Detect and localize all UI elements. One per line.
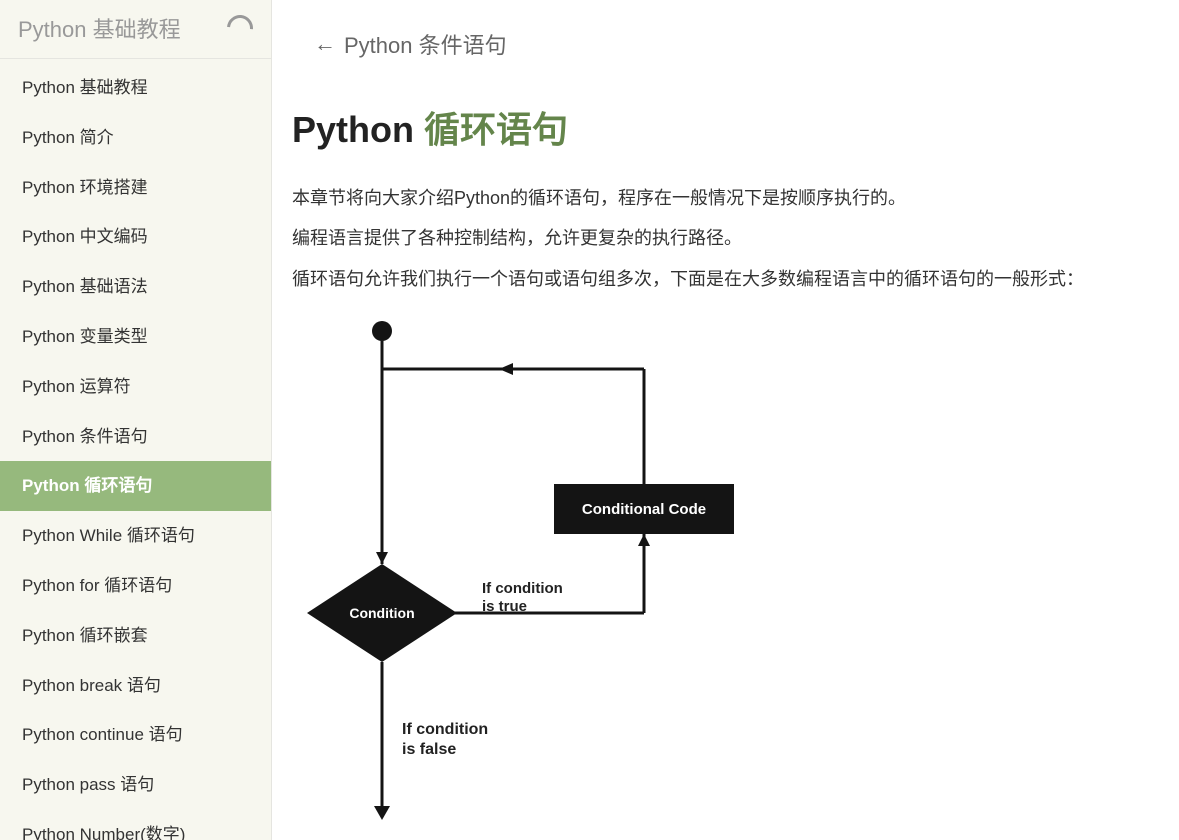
arrow-left-icon: ← xyxy=(314,31,336,57)
sidebar-item[interactable]: Python 运算符 xyxy=(0,362,271,412)
loop-flowchart: Conditional Code Condition If condition … xyxy=(302,316,1159,831)
main-content: ← Python 条件语句 Python 循环语句 本章节将向大家介绍Pytho… xyxy=(272,0,1179,840)
sidebar-item[interactable]: Python 环境搭建 xyxy=(0,163,271,213)
page-title: Python 循环语句 xyxy=(292,108,1159,151)
sidebar-list: Python 基础教程Python 简介Python 环境搭建Python 中文… xyxy=(0,59,271,840)
sidebar-title: Python 基础教程 xyxy=(18,12,181,44)
diagram-if-false-2: is false xyxy=(402,741,456,758)
sidebar-item[interactable]: Python 基础语法 xyxy=(0,262,271,312)
sidebar-item[interactable]: Python Number(数字) xyxy=(0,810,271,840)
sidebar-item[interactable]: Python continue 语句 xyxy=(0,710,271,760)
sidebar-item[interactable]: Python pass 语句 xyxy=(0,760,271,810)
diagram-condition: Condition xyxy=(349,605,414,621)
sidebar-header: Python 基础教程 xyxy=(0,0,271,59)
diagram-if-true-2: is true xyxy=(482,598,527,615)
moon-icon[interactable] xyxy=(222,10,259,47)
diagram-if-true-1: If condition xyxy=(482,580,563,597)
breadcrumb[interactable]: ← Python 条件语句 xyxy=(272,0,1179,78)
article-body: Python 循环语句 本章节将向大家介绍Python的循环语句，程序在一般情况… xyxy=(272,78,1179,840)
sidebar-item[interactable]: Python for 循环语句 xyxy=(0,561,271,611)
sidebar-item[interactable]: Python break 语句 xyxy=(0,661,271,711)
title-accent: 循环语句 xyxy=(424,109,568,150)
diagram-conditional-code: Conditional Code xyxy=(582,501,706,518)
diagram-if-false-1: If condition xyxy=(402,721,488,738)
sidebar-item[interactable]: Python 中文编码 xyxy=(0,212,271,262)
sidebar-item[interactable]: Python 条件语句 xyxy=(0,412,271,462)
breadcrumb-prev: Python 条件语句 xyxy=(344,28,507,60)
sidebar-item[interactable]: Python 循环嵌套 xyxy=(0,611,271,661)
sidebar-item[interactable]: Python 基础教程 xyxy=(0,63,271,113)
sidebar-item[interactable]: Python 变量类型 xyxy=(0,312,271,362)
sidebar-item[interactable]: Python 循环语句 xyxy=(0,461,271,511)
title-prefix: Python xyxy=(292,109,424,150)
paragraph-1: 本章节将向大家介绍Python的循环语句，程序在一般情况下是按顺序执行的。 xyxy=(292,181,1159,215)
paragraph-2: 编程语言提供了各种控制结构，允许更复杂的执行路径。 xyxy=(292,221,1159,255)
paragraph-3: 循环语句允许我们执行一个语句或语句组多次，下面是在大多数编程语言中的循环语句的一… xyxy=(292,262,1159,296)
sidebar-item[interactable]: Python 简介 xyxy=(0,113,271,163)
sidebar-item[interactable]: Python While 循环语句 xyxy=(0,511,271,561)
sidebar: Python 基础教程 Python 基础教程Python 简介Python 环… xyxy=(0,0,272,840)
